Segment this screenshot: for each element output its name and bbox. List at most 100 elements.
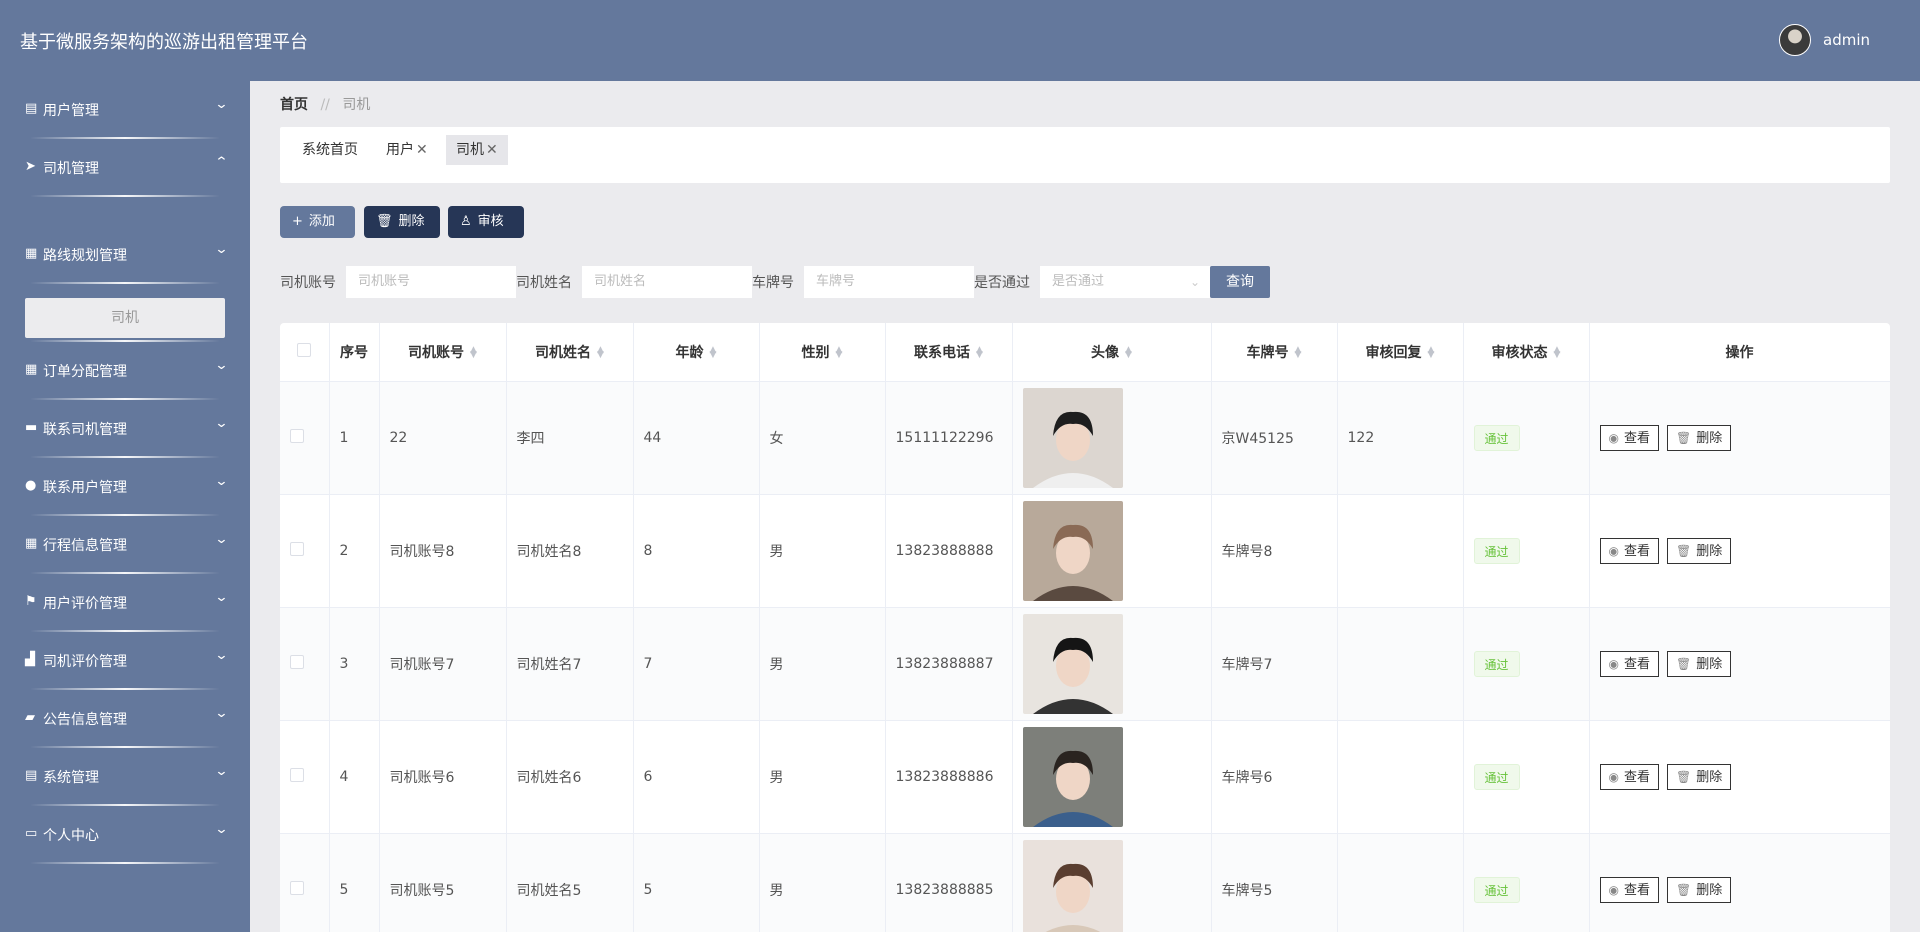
driver-avatar-image[interactable] — [1022, 839, 1123, 932]
cell-select[interactable] — [280, 381, 330, 495]
cell-select[interactable] — [280, 833, 330, 932]
sidebar-item[interactable]: ▟ 司机评价管理 ⌄ — [0, 632, 250, 690]
chevron-down-icon[interactable]: ⌄ — [214, 590, 228, 605]
row-checkbox[interactable] — [290, 654, 304, 669]
header-reply[interactable]: 审核回复 ▲ ▼ — [1337, 323, 1464, 382]
chevron-down-icon[interactable]: ⌄ — [214, 648, 228, 663]
sidebar-item[interactable]: ➤ 司机管理 ⌃ — [0, 139, 250, 197]
breadcrumb-home[interactable]: 首页 — [280, 97, 308, 113]
sidebar-item[interactable]: ▦ 行程信息管理 ⌄ — [0, 516, 250, 574]
header-name[interactable]: 司机姓名 ▲ ▼ — [506, 323, 634, 382]
name-input[interactable]: 司机姓名 — [582, 266, 752, 298]
add-button[interactable]: + 添加 — [280, 206, 355, 238]
driver-avatar-image[interactable] — [1022, 613, 1123, 714]
close-icon[interactable]: ✕ — [416, 142, 428, 158]
cell-select[interactable] — [280, 494, 330, 608]
view-button[interactable]: ◉ 查看 — [1599, 424, 1659, 451]
header-avatar[interactable]: 头像 ▲ ▼ — [1012, 323, 1212, 382]
cell-select[interactable] — [280, 720, 330, 834]
chevron-down-icon[interactable]: ⌄ — [214, 358, 228, 373]
row-delete-button[interactable]: 🗑 删除 — [1667, 876, 1732, 903]
sidebar-item[interactable]: ▦ 订单分配管理 ⌄ — [0, 342, 250, 400]
eye-icon: ◉ — [1608, 882, 1619, 897]
chevron-down-icon[interactable]: ⌄ — [214, 764, 228, 779]
trash-icon: 🗑 — [1676, 430, 1692, 445]
chevron-down-icon[interactable]: ⌄ — [214, 706, 228, 721]
account-input[interactable]: 司机账号 — [346, 266, 516, 298]
breadcrumb-current: 司机 — [342, 97, 371, 113]
sidebar-item[interactable]: ● 联系用户管理 ⌄ — [0, 458, 250, 516]
sidebar-item[interactable]: ▤ 用户管理 ⌄ — [0, 81, 250, 139]
user-menu[interactable]: admin — [1779, 24, 1870, 56]
query-button[interactable]: 查询 — [1210, 266, 1270, 298]
chevron-up-icon[interactable]: ⌃ — [214, 155, 228, 170]
table-row[interactable]: 3 司机账号7 司机姓名7 7 男 13823888887 车牌号7 通过 ◉ 查看 🗑 删除 — [280, 607, 1890, 721]
header-gender[interactable]: 性别 ▲ ▼ — [759, 323, 886, 382]
tab-users[interactable]: 用户 ✕ — [376, 135, 438, 165]
row-delete-button[interactable]: 🗑 删除 — [1667, 650, 1732, 677]
tab-label: 司机 — [456, 142, 484, 158]
header-status[interactable]: 审核状态 ▲ ▼ — [1463, 323, 1590, 382]
sidebar-item[interactable]: ▰ 公告信息管理 ⌄ — [0, 690, 250, 748]
row-checkbox[interactable] — [290, 428, 304, 443]
tab-driver[interactable]: 司机 ✕ — [446, 135, 508, 165]
breadcrumb: 首页 // 司机 — [280, 94, 370, 114]
header-phone[interactable]: 联系电话 ▲ ▼ — [885, 323, 1013, 382]
chevron-down-icon[interactable]: ⌄ — [214, 416, 228, 431]
view-button[interactable]: ◉ 查看 — [1599, 537, 1659, 564]
cell-name: 李四 — [506, 381, 634, 495]
close-icon[interactable]: ✕ — [486, 142, 498, 158]
row-delete-button[interactable]: 🗑 删除 — [1667, 424, 1732, 451]
sidebar-item[interactable]: ▬ 联系司机管理 ⌄ — [0, 400, 250, 458]
sidebar-item[interactable]: ⚑ 用户评价管理 ⌄ — [0, 574, 250, 632]
chevron-down-icon[interactable]: ⌄ — [214, 822, 228, 837]
cell-gender: 女 — [759, 381, 886, 495]
table-row[interactable]: 1 22 李四 44 女 15111122296 京W45125 122 通过 ◉ 查看 🗑 删除 — [280, 381, 1890, 495]
view-button[interactable]: ◉ 查看 — [1599, 763, 1659, 790]
delete-button[interactable]: 🗑 删除 — [364, 206, 440, 238]
row-checkbox[interactable] — [290, 767, 304, 782]
eye-icon: ◉ — [1608, 769, 1619, 784]
passed-select[interactable]: 是否通过 ⌄ — [1040, 266, 1210, 298]
table-row[interactable]: 2 司机账号8 司机姓名8 8 男 13823888888 车牌号8 通过 ◉ 查看 🗑 删除 — [280, 494, 1890, 608]
tab-home[interactable]: 系统首页 — [292, 135, 368, 165]
sidebar-item[interactable]: ▦ 路线规划管理 ⌄ — [0, 226, 250, 284]
select-all-checkbox[interactable] — [297, 342, 312, 357]
cell-plate: 车牌号7 — [1211, 607, 1338, 721]
driver-avatar-image[interactable] — [1022, 387, 1123, 488]
row-delete-button[interactable]: 🗑 删除 — [1667, 763, 1732, 790]
row-delete-button[interactable]: 🗑 删除 — [1667, 537, 1732, 564]
sidebar-item[interactable]: ▤ 系统管理 ⌄ — [0, 748, 250, 806]
cell-account: 司机账号7 — [379, 607, 507, 721]
header-age[interactable]: 年龄 ▲ ▼ — [633, 323, 760, 382]
cell-age: 7 — [633, 607, 760, 721]
view-button[interactable]: ◉ 查看 — [1599, 650, 1659, 677]
table-row[interactable]: 4 司机账号6 司机姓名6 6 男 13823888886 车牌号6 通过 ◉ 查看 🗑 删除 — [280, 720, 1890, 834]
driver-avatar-image[interactable] — [1022, 500, 1123, 601]
row-checkbox[interactable] — [290, 880, 304, 895]
chevron-down-icon[interactable]: ⌄ — [214, 474, 228, 489]
header-account[interactable]: 司机账号 ▲ ▼ — [379, 323, 507, 382]
avatar[interactable] — [1779, 24, 1811, 56]
plate-input[interactable]: 车牌号 — [804, 266, 974, 298]
header-select[interactable] — [280, 323, 330, 382]
row-checkbox[interactable] — [290, 541, 304, 556]
view-button[interactable]: ◉ 查看 — [1599, 876, 1659, 903]
chevron-down-icon[interactable]: ⌄ — [214, 532, 228, 547]
audit-button[interactable]: ♙ 审核 — [448, 206, 524, 238]
sidebar-subitem-driver[interactable]: 司机 — [25, 298, 225, 338]
cell-select[interactable] — [280, 607, 330, 721]
sidebar-item-label: 司机管理 — [43, 161, 99, 177]
cell-plate: 车牌号5 — [1211, 833, 1338, 932]
sidebar-item[interactable]: ▭ 个人中心 ⌄ — [0, 806, 250, 864]
header-plate[interactable]: 车牌号 ▲ ▼ — [1211, 323, 1338, 382]
breadcrumb-separator: // — [320, 97, 330, 113]
id-card-icon: ▭ — [25, 826, 38, 841]
username[interactable]: admin — [1823, 31, 1870, 49]
cell-gender: 男 — [759, 833, 886, 932]
chevron-down-icon[interactable]: ⌄ — [214, 242, 228, 257]
paper-plane-icon: ➤ — [25, 159, 36, 174]
driver-avatar-image[interactable] — [1022, 726, 1123, 827]
chevron-down-icon[interactable]: ⌄ — [214, 97, 228, 112]
table-row[interactable]: 5 司机账号5 司机姓名5 5 男 13823888885 车牌号5 通过 ◉ 查看 🗑 删除 — [280, 833, 1890, 932]
